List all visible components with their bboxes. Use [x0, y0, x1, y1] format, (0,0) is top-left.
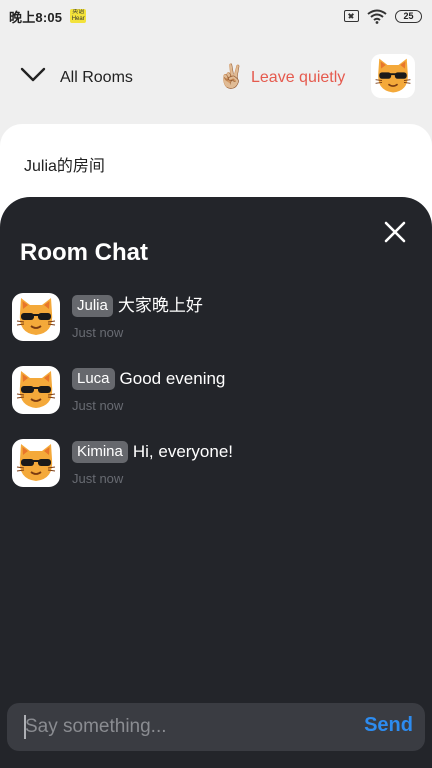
chat-message: Julia 大家晚上好 Just now — [12, 293, 412, 345]
message-text: 大家晚上好 — [117, 296, 203, 315]
message-line: Kimina Hi, everyone! — [72, 441, 233, 463]
close-icon[interactable] — [384, 221, 406, 243]
message-line: Luca Good evening — [72, 368, 225, 390]
cat-sunglasses-avatar — [16, 444, 56, 481]
message-time: Just now — [72, 471, 124, 486]
sender-name-tag: Luca — [72, 368, 115, 390]
leave-quietly-button[interactable]: Leave quietly — [251, 69, 345, 87]
message-text: Hi, everyone! — [132, 442, 234, 461]
top-header: All Rooms ✌🏼 Leave quietly — [0, 50, 432, 106]
room-title: Julia的房间 — [24, 158, 105, 175]
status-bar: 晚上8:05 英语 Hear 25 — [0, 0, 432, 32]
status-icons: 25 — [344, 9, 422, 24]
avatar[interactable] — [371, 54, 415, 98]
avatar[interactable] — [12, 293, 60, 341]
chat-panel: Room Chat Julia 大家晚上好 Just now Luca Good… — [0, 197, 432, 768]
send-button[interactable]: Send — [364, 714, 413, 737]
chat-message: Luca Good evening Just now — [12, 366, 412, 418]
sender-name-tag: Julia — [72, 295, 113, 317]
avatar[interactable] — [12, 366, 60, 414]
message-line: Julia 大家晚上好 — [72, 295, 203, 317]
message-text: Good evening — [119, 369, 226, 388]
wifi-icon — [367, 9, 387, 24]
cat-sunglasses-avatar — [16, 371, 56, 408]
battery-indicator: 25 — [395, 9, 422, 23]
all-rooms-button[interactable]: All Rooms — [60, 69, 133, 87]
sender-name-tag: Kimina — [72, 441, 128, 463]
sim-icon — [344, 10, 359, 22]
chevron-down-icon[interactable] — [20, 66, 46, 84]
cat-sunglasses-avatar — [16, 298, 56, 335]
chat-title: Room Chat — [20, 239, 148, 266]
avatar[interactable] — [12, 439, 60, 487]
message-time: Just now — [72, 398, 124, 413]
cat-sunglasses-avatar — [375, 58, 411, 93]
notification-badge: 英语 Hear — [70, 9, 87, 23]
status-time: 晚上8:05 — [9, 9, 63, 25]
chat-message: Kimina Hi, everyone! Just now — [12, 439, 412, 491]
chat-input-bar: Send — [7, 703, 425, 751]
chat-input[interactable] — [25, 703, 345, 751]
peace-hand-icon: ✌🏼 — [217, 63, 246, 89]
message-time: Just now — [72, 325, 124, 340]
